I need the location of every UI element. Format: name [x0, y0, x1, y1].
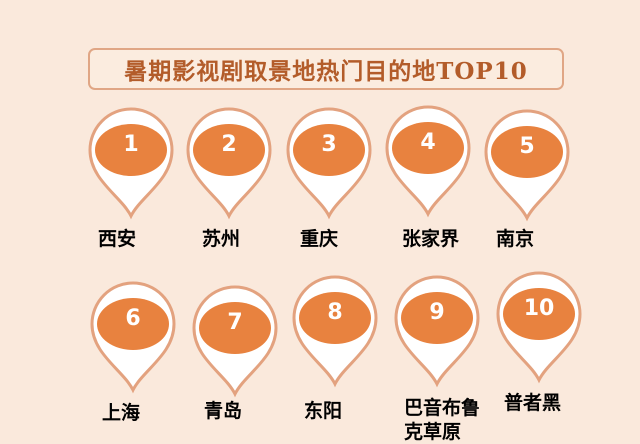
map-pin-3: 3	[284, 107, 374, 220]
map-pin-1: 1	[86, 107, 176, 220]
rank-number: 7	[227, 310, 243, 335]
location-pin-icon	[394, 275, 480, 388]
location-pin-icon	[496, 271, 582, 384]
map-pin-4: 4	[383, 105, 473, 218]
city-label: 普者黑	[504, 392, 562, 414]
location-pin-icon	[186, 107, 272, 220]
location-pin-icon	[88, 107, 174, 220]
map-pin-8: 8	[290, 275, 380, 388]
location-pin-icon	[192, 285, 278, 398]
city-label: 西安	[98, 228, 137, 250]
location-pin-icon	[484, 109, 570, 222]
rank-number: 4	[420, 130, 436, 155]
title-banner: 暑期影视剧取景地热门目的地TOP10	[88, 48, 564, 90]
city-label: 重庆	[300, 228, 339, 250]
rank-number: 1	[123, 132, 139, 157]
map-pin-10: 10	[494, 271, 584, 384]
rank-number: 9	[429, 300, 445, 325]
rank-number: 6	[125, 306, 141, 331]
location-pin-icon	[385, 105, 471, 218]
city-label: 苏州	[202, 228, 241, 250]
city-label: 张家界	[402, 228, 460, 250]
location-pin-icon	[286, 107, 372, 220]
city-label: 巴音布鲁克草原	[404, 397, 481, 443]
city-label: 南京	[496, 228, 535, 250]
rank-number: 3	[321, 132, 337, 157]
city-label: 上海	[102, 402, 141, 424]
page-title: 暑期影视剧取景地热门目的地TOP10	[124, 58, 528, 85]
rank-number: 5	[519, 134, 535, 159]
location-pin-icon	[292, 275, 378, 388]
location-pin-icon	[90, 281, 176, 394]
map-pin-2: 2	[184, 107, 274, 220]
rank-number: 2	[221, 132, 237, 157]
map-pin-5: 5	[482, 109, 572, 222]
map-pin-7: 7	[190, 285, 280, 398]
city-label: 青岛	[204, 400, 243, 422]
map-pin-6: 6	[88, 281, 178, 394]
city-label: 东阳	[304, 400, 343, 422]
rank-number: 10	[523, 296, 555, 321]
map-pin-9: 9	[392, 275, 482, 388]
rank-number: 8	[327, 300, 343, 325]
